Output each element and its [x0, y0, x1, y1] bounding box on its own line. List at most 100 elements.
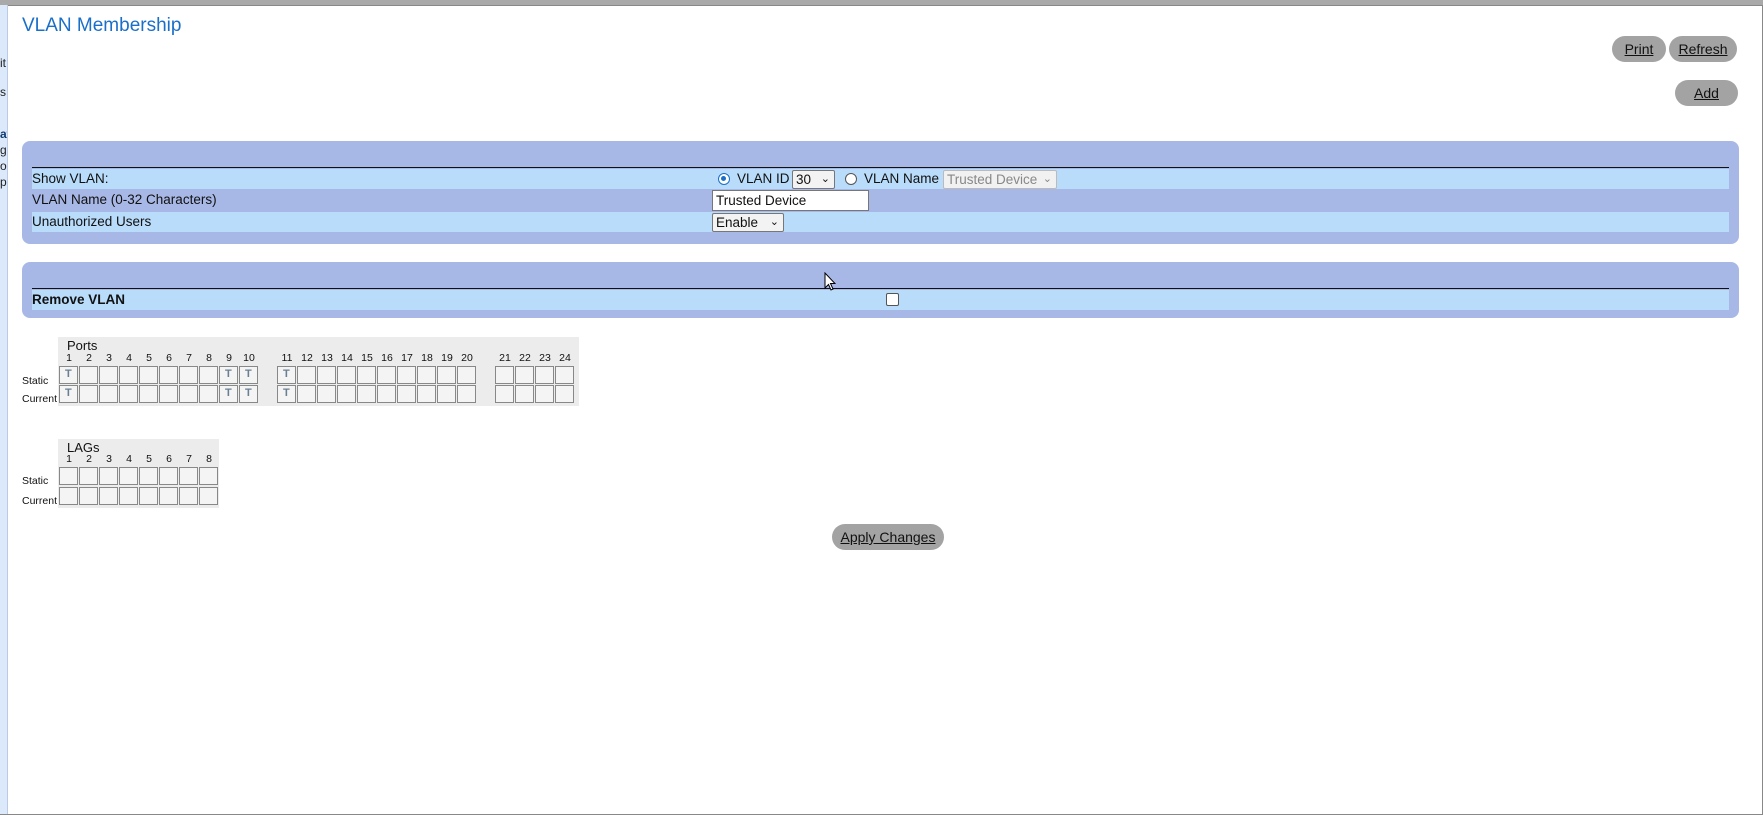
ports-number: 14 — [341, 352, 353, 364]
chevron-down-icon: ⌄ — [820, 173, 830, 185]
lags-static-cell[interactable] — [179, 467, 198, 485]
ports-current-cell[interactable] — [99, 385, 118, 403]
ports-static-cell[interactable] — [337, 366, 356, 384]
ports-static-cell[interactable] — [495, 366, 514, 384]
left-nav-fragment[interactable]: gs — [0, 143, 7, 157]
vlan-name-radio[interactable] — [845, 173, 857, 185]
lags-static-cell[interactable] — [199, 467, 218, 485]
remove-vlan-checkbox[interactable] — [886, 293, 899, 306]
ports-static-cell[interactable] — [377, 366, 396, 384]
ports-static-cell[interactable] — [159, 366, 178, 384]
ports-static-cell[interactable] — [139, 366, 158, 384]
ports-static-cell[interactable]: T — [219, 366, 238, 384]
ports-current-cell[interactable] — [457, 385, 476, 403]
lags-current-cell[interactable] — [59, 487, 78, 505]
vlan-settings-panel: Show VLAN: VLAN ID 30 ⌄ VLAN Name Truste… — [22, 141, 1739, 244]
ports-current-cell[interactable] — [337, 385, 356, 403]
ports-static-cell[interactable] — [437, 366, 456, 384]
lags-current-cell[interactable] — [119, 487, 138, 505]
ports-static-cell[interactable] — [119, 366, 138, 384]
ports-static-cell[interactable] — [179, 366, 198, 384]
ports-number: 4 — [126, 352, 132, 364]
remove-vlan-label: Remove VLAN — [32, 292, 126, 307]
lags-static-cell[interactable] — [99, 467, 118, 485]
ports-static-cell[interactable] — [457, 366, 476, 384]
ports-static-cell[interactable] — [535, 366, 554, 384]
ports-number: 11 — [281, 352, 293, 364]
unauthorized-users-select[interactable]: Enable ⌄ — [712, 213, 784, 232]
ports-static-cell[interactable] — [79, 366, 98, 384]
left-nav-fragment-active[interactable]: at — [0, 127, 7, 141]
ports-static-cell[interactable] — [99, 366, 118, 384]
ports-current-cell[interactable] — [417, 385, 436, 403]
ports-current-cell[interactable]: T — [277, 385, 296, 403]
ports-current-cell[interactable] — [317, 385, 336, 403]
ports-current-cell[interactable] — [159, 385, 178, 403]
ports-static-cell[interactable] — [417, 366, 436, 384]
ports-current-cell[interactable] — [377, 385, 396, 403]
ports-static-cell[interactable] — [397, 366, 416, 384]
lags-static-cell[interactable] — [119, 467, 138, 485]
ports-static-cell[interactable] — [357, 366, 376, 384]
vlan-name-field-label: VLAN Name (0-32 Characters) — [32, 192, 217, 207]
ports-static-cell[interactable]: T — [59, 366, 78, 384]
left-nav-strip[interactable]: it s at gs or po — [0, 5, 8, 815]
ports-number: 20 — [461, 352, 473, 364]
ports-static-cell[interactable] — [317, 366, 336, 384]
lags-current-cell[interactable] — [139, 487, 158, 505]
ports-current-cell[interactable]: T — [239, 385, 258, 403]
ports-current-cell[interactable] — [357, 385, 376, 403]
vlan-name-input[interactable]: Trusted Device — [712, 190, 869, 211]
lags-static-cell[interactable] — [139, 467, 158, 485]
ports-number: 16 — [381, 352, 393, 364]
left-nav-fragment[interactable]: it — [0, 56, 6, 70]
ports-current-cell[interactable] — [139, 385, 158, 403]
ports-current-cell[interactable]: T — [219, 385, 238, 403]
left-nav-fragment[interactable]: po — [0, 175, 7, 189]
vlan-id-radio[interactable] — [718, 173, 730, 185]
print-button[interactable]: Print — [1612, 36, 1666, 62]
ports-current-cell[interactable] — [79, 385, 98, 403]
panel-divider — [32, 167, 1729, 168]
lags-static-cell[interactable] — [159, 467, 178, 485]
ports-current-cell[interactable] — [535, 385, 554, 403]
lags-static-cell[interactable] — [79, 467, 98, 485]
ports-static-cell[interactable]: T — [277, 366, 296, 384]
ports-current-cell[interactable] — [555, 385, 574, 403]
lags-current-cell[interactable] — [159, 487, 178, 505]
lags-number: 4 — [126, 453, 132, 465]
ports-current-cell[interactable] — [297, 385, 316, 403]
lags-current-cell[interactable] — [179, 487, 198, 505]
lags-current-cell[interactable] — [99, 487, 118, 505]
left-nav-fragment[interactable]: s — [0, 85, 6, 99]
lags-current-cell[interactable] — [79, 487, 98, 505]
lags-current-cell[interactable] — [199, 487, 218, 505]
ports-current-cell[interactable] — [397, 385, 416, 403]
ports-current-cell[interactable] — [199, 385, 218, 403]
ports-static-cell[interactable] — [297, 366, 316, 384]
ports-number: 13 — [321, 352, 333, 364]
ports-static-cell[interactable]: T — [239, 366, 258, 384]
vlan-name-select[interactable]: Trusted Device ⌄ — [943, 170, 1057, 189]
add-button[interactable]: Add — [1675, 80, 1738, 106]
refresh-button[interactable]: Refresh — [1669, 36, 1737, 62]
ports-static-cell[interactable] — [199, 366, 218, 384]
ports-current-cell[interactable]: T — [59, 385, 78, 403]
ports-number: 12 — [301, 352, 313, 364]
ports-current-cell[interactable] — [437, 385, 456, 403]
unauthorized-users-label: Unauthorized Users — [32, 214, 152, 229]
ports-number: 21 — [499, 352, 511, 364]
ports-static-cell[interactable] — [555, 366, 574, 384]
ports-current-cell[interactable] — [515, 385, 534, 403]
apply-changes-button[interactable]: Apply Changes — [832, 524, 944, 550]
lags-static-cell[interactable] — [59, 467, 78, 485]
vlan-id-select[interactable]: 30 ⌄ — [792, 170, 835, 189]
left-nav-fragment[interactable]: or — [0, 159, 7, 173]
ports-number: 8 — [206, 352, 212, 364]
lags-current-row-label: Current — [22, 495, 58, 507]
ports-static-cell[interactable] — [515, 366, 534, 384]
ports-current-cell[interactable] — [119, 385, 138, 403]
ports-current-cell[interactable] — [495, 385, 514, 403]
chevron-down-icon: ⌄ — [1042, 173, 1052, 185]
ports-current-cell[interactable] — [179, 385, 198, 403]
